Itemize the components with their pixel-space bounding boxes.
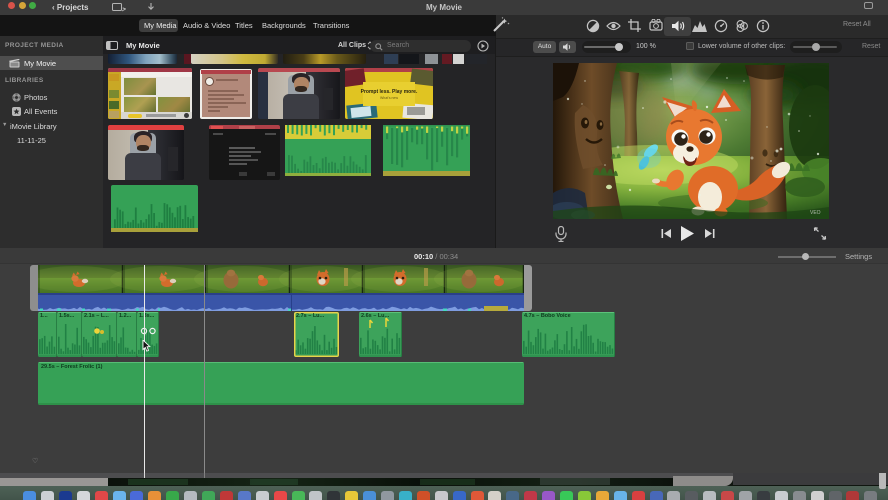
svg-text:VEO: VEO	[810, 210, 821, 216]
